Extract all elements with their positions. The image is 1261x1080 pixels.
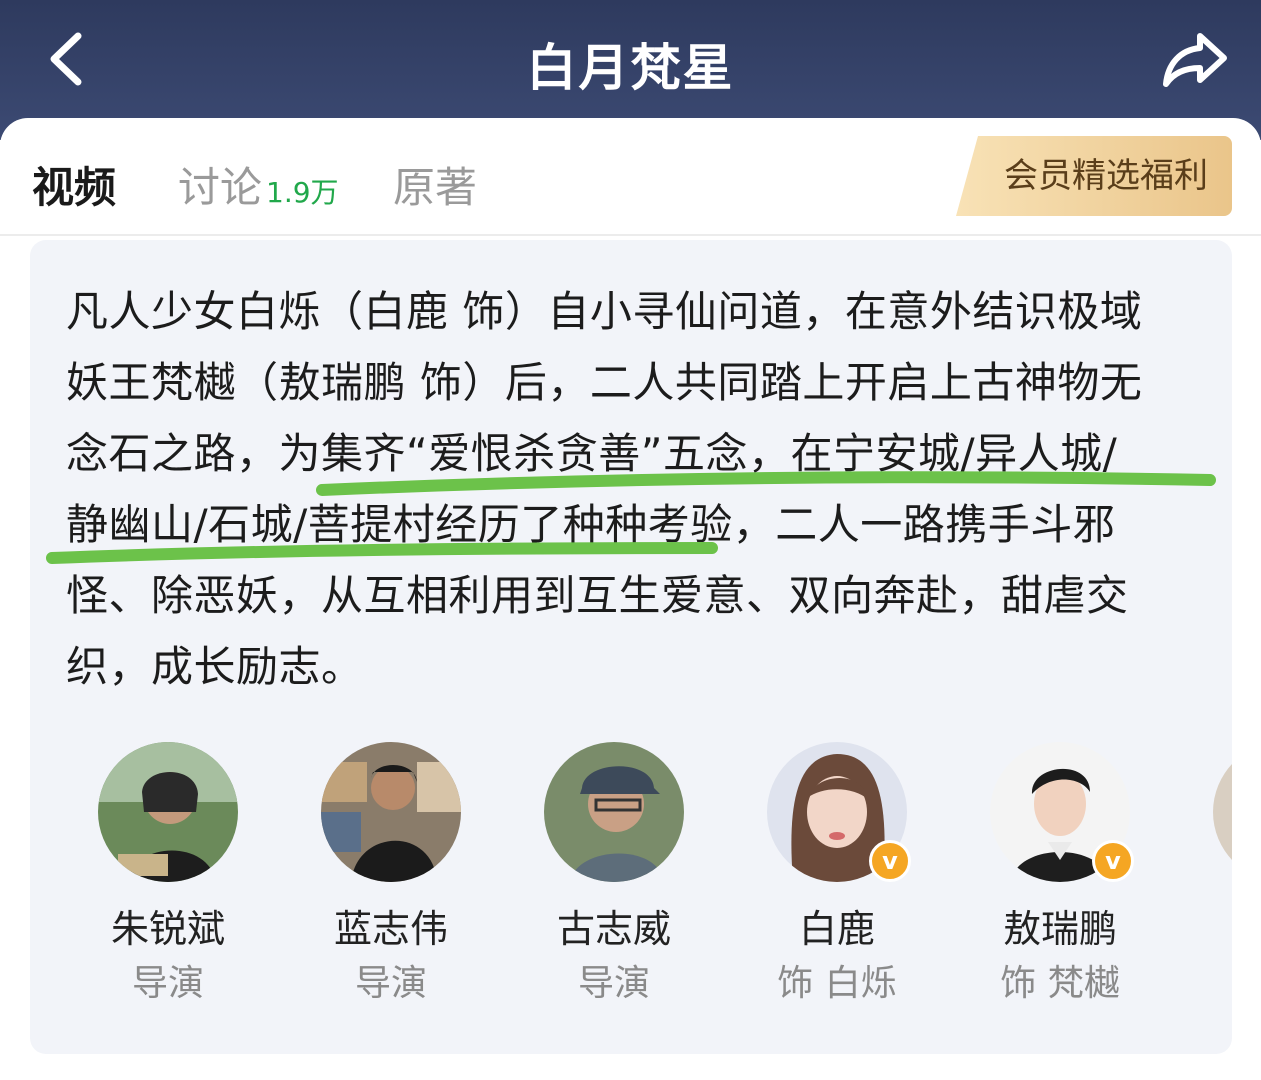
- avatar: [321, 742, 461, 882]
- cast-name: 蓝志伟: [333, 907, 448, 951]
- verified-badge-icon: v: [1092, 840, 1134, 882]
- synopsis-line: 妖王梵樾（敖瑞鹏 饰）后，二人共同踏上开启上古神物无: [66, 358, 1143, 407]
- cast-name: 敖瑞鹏: [1002, 907, 1117, 951]
- verified-badge-icon: v: [869, 840, 911, 882]
- synopsis-line: 念石之路，为集齐“爱恨杀贪善”五念，在宁安城/异人城/: [66, 429, 1118, 478]
- cast-name: 朱锐斌: [110, 907, 225, 951]
- cast-role: 导演: [354, 963, 427, 1004]
- synopsis-line: 静幽山/石城/菩提村经历了种种考验，二人一路携手斗邪: [66, 500, 1116, 549]
- tab-video-label: 视频: [32, 163, 117, 212]
- tab-discussion[interactable]: 讨论 1.9万: [178, 154, 339, 215]
- synopsis-text: 凡人少女白烁（白鹿 饰）自小寻仙问道，在意外结识极域 妖王梵樾（敖瑞鹏 饰）后，…: [66, 276, 1196, 702]
- tab-original-work[interactable]: 原著: [393, 154, 477, 215]
- cast-role: 饰 梵樾: [1000, 963, 1120, 1004]
- avatar: [1213, 742, 1232, 882]
- cast-name: 古志威: [556, 907, 671, 951]
- cast-role: 导演: [577, 963, 650, 1004]
- cast-role: 饰 白烁: [777, 963, 897, 1004]
- cast-name: 白鹿: [798, 907, 875, 951]
- share-button[interactable]: [1160, 26, 1230, 92]
- cast-role: 饰: [1183, 954, 1232, 1006]
- tab-video[interactable]: 视频: [32, 154, 116, 215]
- cast-role: 导演: [131, 963, 204, 1004]
- avatar: [98, 742, 238, 882]
- synopsis-line: 怪、除恶妖，从互相利用到互生爱意、双向奔赴，甜虐交: [66, 571, 1129, 620]
- synopsis-line: 凡人少女白烁（白鹿 饰）自小寻仙问道，在意外结识极域: [66, 287, 1143, 336]
- discussion-count: 1.9万: [266, 176, 339, 209]
- cast-list: 朱锐斌 导演 蓝志伟 导演 古志威 导演 v 白鹿 饰 白烁 v 敖瑞鹏 饰 梵…: [30, 738, 1232, 1018]
- vip-benefits-button[interactable]: 会员精选福利: [956, 136, 1232, 216]
- synopsis-line: 织，成长励志。: [66, 642, 364, 691]
- tab-original-label: 原著: [393, 163, 478, 212]
- avatar: [544, 742, 684, 882]
- share-arrow-icon: [1163, 33, 1227, 87]
- page-title: 白月梵星: [526, 39, 735, 97]
- tab-discussion-label: 讨论: [178, 163, 263, 212]
- tab-divider: [0, 234, 1261, 236]
